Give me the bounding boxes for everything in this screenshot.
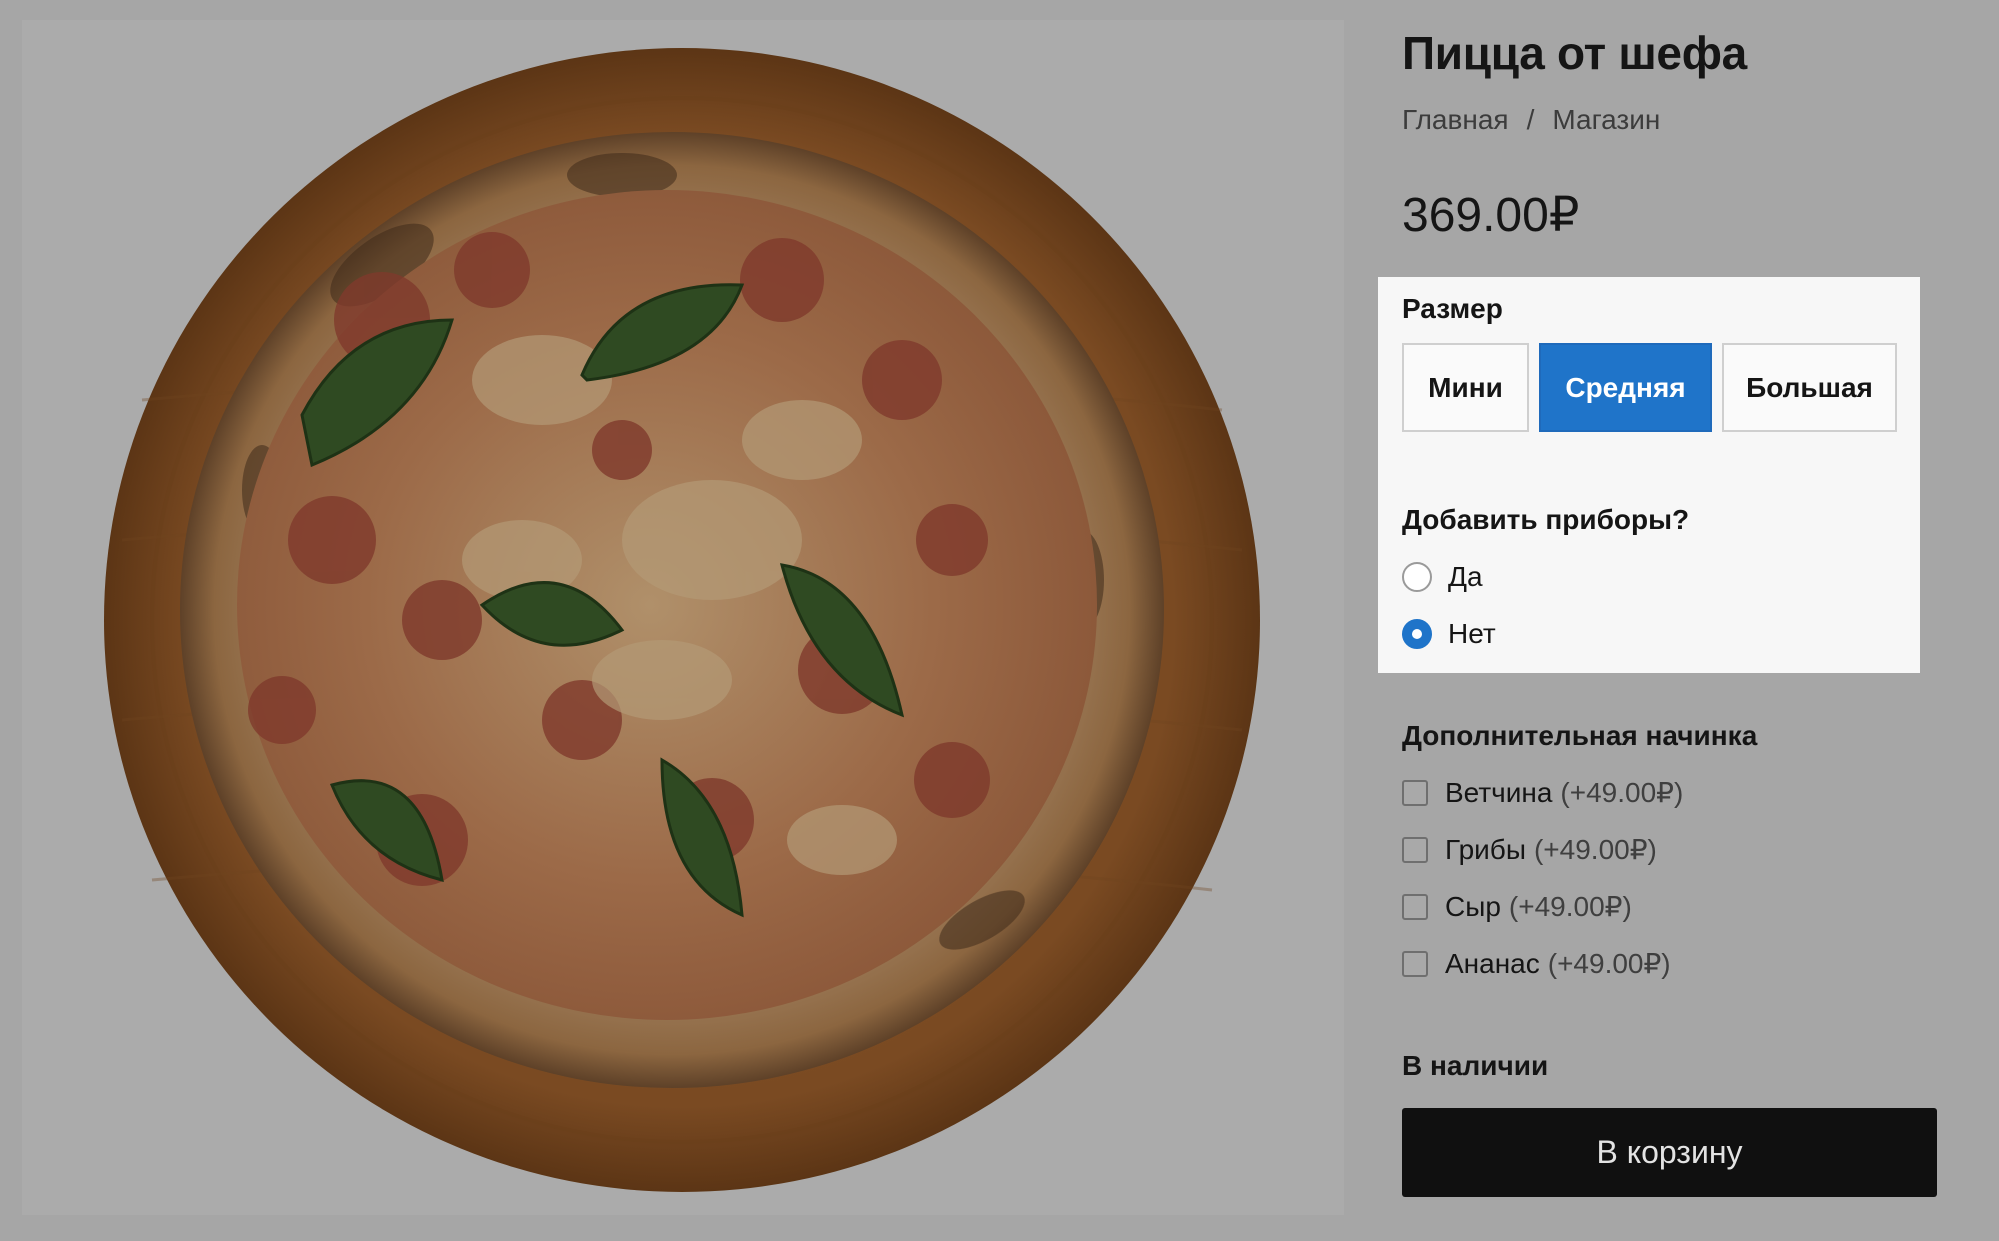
topping-cheese-price: (+49.00₽) [1508,891,1632,922]
cutlery-label: Добавить приборы? [1402,504,1690,535]
product-title: Пицца от шефа [1402,27,1747,79]
size-option-medium[interactable]: Средняя [1539,343,1712,432]
radio-yes[interactable] [1402,562,1432,592]
topping-mushrooms-price: (+49.00₽) [1533,834,1657,865]
cutlery-option-no[interactable]: Нет [1402,618,1496,650]
product-price: 369.00₽ [1402,189,1580,242]
checkbox-mushrooms[interactable] [1402,836,1428,863]
breadcrumb-separator: / [1526,104,1535,135]
radio-yes-label: Да [1448,561,1483,592]
topping-pineapple-name: Ананас [1445,947,1540,979]
topping-cheese[interactable]: Сыр (+49.00₽) [1402,890,1632,923]
topping-ham[interactable]: Ветчина (+49.00₽) [1402,776,1683,809]
size-option-mini[interactable]: Мини [1402,343,1529,432]
topping-ham-price: (+49.00₽) [1560,777,1684,808]
topping-pineapple[interactable]: Ананас (+49.00₽) [1402,947,1671,980]
topping-mushrooms[interactable]: Грибы (+49.00₽) [1402,833,1657,866]
topping-ham-name: Ветчина [1445,776,1553,808]
topping-cheese-name: Сыр [1445,890,1501,922]
size-label: Размер [1402,293,1503,324]
availability-status: В наличии [1402,1050,1549,1081]
cutlery-option-yes[interactable]: Да [1402,561,1483,593]
checkbox-pineapple[interactable] [1402,950,1428,977]
size-option-large[interactable]: Большая [1722,343,1897,432]
pizza-image[interactable] [22,20,1344,1215]
radio-no[interactable] [1402,619,1432,649]
product-image-panel [22,20,1344,1215]
toppings-label: Дополнительная начинка [1402,720,1758,751]
breadcrumb-shop-link[interactable]: Магазин [1552,104,1660,135]
topping-pineapple-price: (+49.00₽) [1547,948,1671,979]
radio-no-label: Нет [1448,618,1496,649]
options-highlight-panel [1378,277,1920,673]
checkbox-cheese[interactable] [1402,893,1428,920]
checkbox-ham[interactable] [1402,779,1428,806]
topping-mushrooms-name: Грибы [1445,833,1526,865]
breadcrumb: Главная / Магазин [1402,104,1660,136]
add-to-cart-button[interactable]: В корзину [1402,1108,1937,1197]
breadcrumb-home-link[interactable]: Главная [1402,104,1509,135]
